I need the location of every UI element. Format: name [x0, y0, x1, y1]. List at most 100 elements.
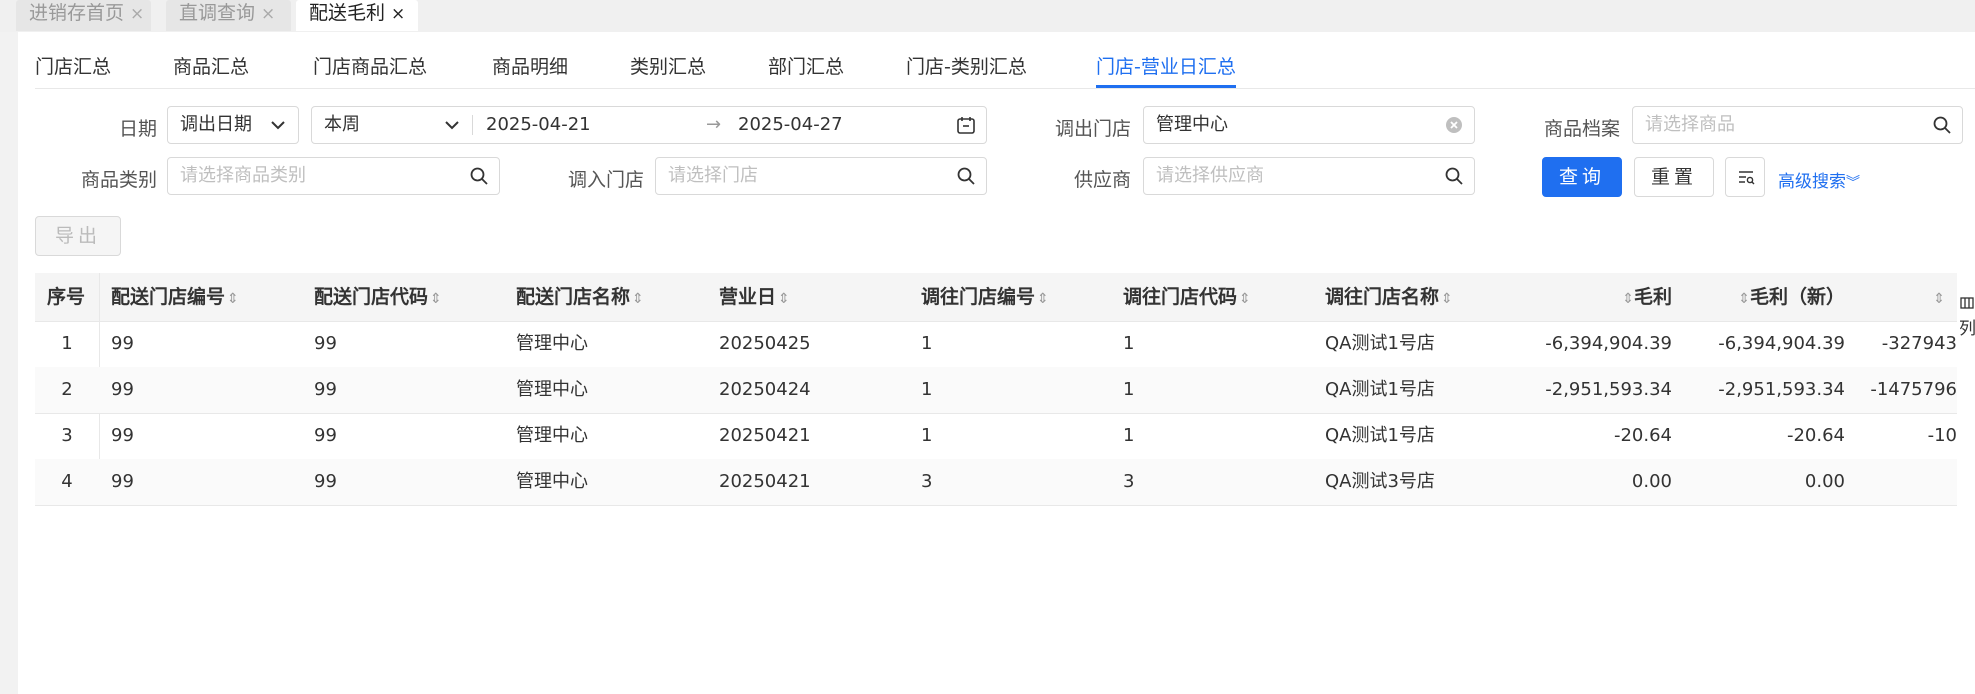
product-placeholder: 请选择商品: [1645, 114, 1735, 135]
header-label: 配送门店名称: [516, 286, 631, 308]
table-row[interactable]: 4 99 99 管理中心 20250421 3 3 QA测试3号店 0.00 0.00: [35, 459, 1957, 506]
col-header-target-store-name[interactable]: 调往门店名称 ⇕: [1325, 273, 1453, 321]
table-row[interactable]: 3 99 99 管理中心 20250421 1 1 QA测试1号店 -20.64 -20.64 -1…: [35, 413, 1957, 460]
sort-icon[interactable]: ⇕: [430, 291, 442, 307]
page-tab-inventory-home[interactable]: 进销存首页 ×: [16, 0, 151, 31]
supplier-label: 供应商: [1073, 169, 1131, 191]
col-header-next[interactable]: ⇕: [1931, 273, 1945, 321]
search-icon[interactable]: [1444, 166, 1464, 186]
tab-store-category-summary[interactable]: 门店-类别汇总: [906, 52, 1027, 79]
sort-icon[interactable]: ⇕: [227, 291, 239, 307]
chevron-down-icon: [271, 121, 285, 130]
tab-store-business-day-summary[interactable]: 门店-营业日汇总: [1096, 52, 1236, 88]
page-tab-delivery-margin[interactable]: 配送毛利 ×: [296, 0, 418, 31]
sort-icon[interactable]: ⇕: [1037, 291, 1049, 307]
table-row[interactable]: 2 99 99 管理中心 20250424 1 1 QA测试1号店 -2,951,593.34 -…: [35, 367, 1957, 414]
page-tab-bar: 进销存首页 × 直调查询 × 配送毛利 ×: [0, 0, 1975, 32]
header-label: 营业日: [719, 286, 777, 308]
table-cell: 99: [111, 471, 134, 492]
out-store-value: 管理中心: [1156, 114, 1228, 135]
close-icon[interactable]: ×: [391, 4, 405, 24]
search-icon[interactable]: [469, 166, 489, 186]
column-settings-tool[interactable]: 列: [1958, 288, 1975, 348]
date-label: 日期: [118, 118, 157, 140]
date-range-picker[interactable]: 本周 2025-04-21 → 2025-04-27: [311, 106, 987, 144]
page-tab-label: 直调查询: [179, 2, 256, 24]
supplier-placeholder: 请选择供应商: [1156, 165, 1264, 186]
sort-icon[interactable]: ⇕: [632, 291, 644, 307]
sort-icon[interactable]: ⇕: [1738, 291, 1750, 307]
table-cell: 20250421: [719, 425, 811, 446]
col-header-target-store-no[interactable]: 调往门店编号 ⇕: [921, 273, 1049, 321]
table-cell: -20.64: [1786, 425, 1845, 446]
out-store-select[interactable]: 管理中心: [1143, 106, 1475, 144]
header-label: 毛利（新）: [1749, 286, 1845, 308]
table-cell: 20250425: [719, 333, 811, 354]
tab-department-summary[interactable]: 部门汇总: [768, 52, 844, 79]
export-button[interactable]: 导出: [35, 216, 121, 256]
col-header-business-day[interactable]: 营业日 ⇕: [719, 273, 790, 321]
chevron-down-icon[interactable]: [442, 115, 462, 135]
sort-icon[interactable]: ⇕: [1239, 291, 1251, 307]
in-store-input[interactable]: 请选择门店: [655, 157, 987, 195]
table-cell: QA测试1号店: [1325, 333, 1435, 354]
tab-product-detail[interactable]: 商品明细: [492, 52, 568, 79]
tab-store-summary[interactable]: 门店汇总: [35, 52, 111, 79]
reset-button[interactable]: 重置: [1634, 157, 1714, 197]
date-type-select[interactable]: 调出日期: [167, 106, 299, 144]
columns-icon: [1960, 297, 1974, 309]
clear-icon[interactable]: [1444, 115, 1464, 135]
table-cell: -6,394,904.39: [1718, 333, 1845, 354]
tab-category-summary[interactable]: 类别汇总: [630, 52, 706, 79]
col-header-delivery-store-no[interactable]: 配送门店编号 ⇕: [111, 273, 239, 321]
double-chevron-down-icon: ︾: [1846, 175, 1860, 191]
table-cell: 99: [314, 471, 337, 492]
col-header-target-store-code[interactable]: 调往门店代码 ⇕: [1123, 273, 1251, 321]
search-icon[interactable]: [956, 166, 976, 186]
header-label: 调往门店编号: [921, 286, 1036, 308]
period-select-value[interactable]: 本周: [324, 114, 360, 135]
close-icon[interactable]: ×: [261, 4, 275, 24]
calendar-icon[interactable]: [956, 115, 976, 135]
col-header-gross-profit-new[interactable]: ⇕毛利（新）: [1736, 273, 1845, 321]
tab-product-summary[interactable]: 商品汇总: [173, 52, 249, 79]
close-icon[interactable]: ×: [130, 4, 144, 24]
table-cell: 1: [1123, 425, 1135, 446]
tab-store-product-summary[interactable]: 门店商品汇总: [313, 52, 427, 79]
category-input[interactable]: 请选择商品类别: [167, 157, 500, 195]
category-label: 商品类别: [80, 169, 157, 191]
advanced-search-link[interactable]: 高级搜索︾: [1778, 167, 1860, 192]
table-cell: -2,951,593.34: [1718, 379, 1845, 400]
col-header-delivery-store-code[interactable]: 配送门店代码 ⇕: [314, 273, 442, 321]
table-cell: 99: [111, 379, 134, 400]
date-type-value: 调出日期: [180, 114, 252, 135]
search-icon[interactable]: [1932, 115, 1952, 135]
table-cell: 管理中心: [516, 379, 588, 400]
table-cell: [1867, 459, 1957, 505]
table-cell: QA测试3号店: [1325, 471, 1435, 492]
col-header-gross-profit[interactable]: ⇕毛利: [1620, 273, 1672, 321]
date-start[interactable]: 2025-04-21: [486, 107, 591, 143]
sort-icon[interactable]: ⇕: [1622, 291, 1634, 307]
product-label: 商品档案: [1543, 118, 1620, 140]
col-header-delivery-store-name[interactable]: 配送门店名称 ⇕: [516, 273, 644, 321]
table-cell: -20.64: [1613, 425, 1672, 446]
in-store-label: 调入门店: [567, 169, 644, 191]
sort-icon[interactable]: ⇕: [778, 291, 790, 307]
filter-settings-button[interactable]: [1725, 157, 1765, 197]
supplier-input[interactable]: 请选择供应商: [1143, 157, 1475, 195]
date-end[interactable]: 2025-04-27: [738, 107, 843, 143]
sort-icon[interactable]: ⇕: [1441, 291, 1453, 307]
query-button[interactable]: 查询: [1542, 157, 1622, 197]
sort-icon[interactable]: ⇕: [1933, 291, 1945, 307]
table-cell: 99: [314, 425, 337, 446]
in-store-placeholder: 请选择门店: [668, 165, 758, 186]
page-tab-label: 配送毛利: [309, 2, 386, 24]
table-cell: -327943: [1881, 333, 1957, 354]
product-input[interactable]: 请选择商品: [1632, 106, 1963, 144]
table-cell: 20250424: [719, 379, 811, 400]
table-cell: 1: [1123, 379, 1135, 400]
table-row[interactable]: 1 99 99 管理中心 20250425 1 1 QA测试1号店 -6,394,904.39 -…: [35, 321, 1957, 368]
page-tab-direct-query[interactable]: 直调查询 ×: [166, 0, 291, 31]
table-header: 序号 配送门店编号 ⇕ 配送门店代码 ⇕ 配送门店名称 ⇕ 营业日 ⇕ 调往门店编号 ⇕ …: [35, 273, 1957, 322]
